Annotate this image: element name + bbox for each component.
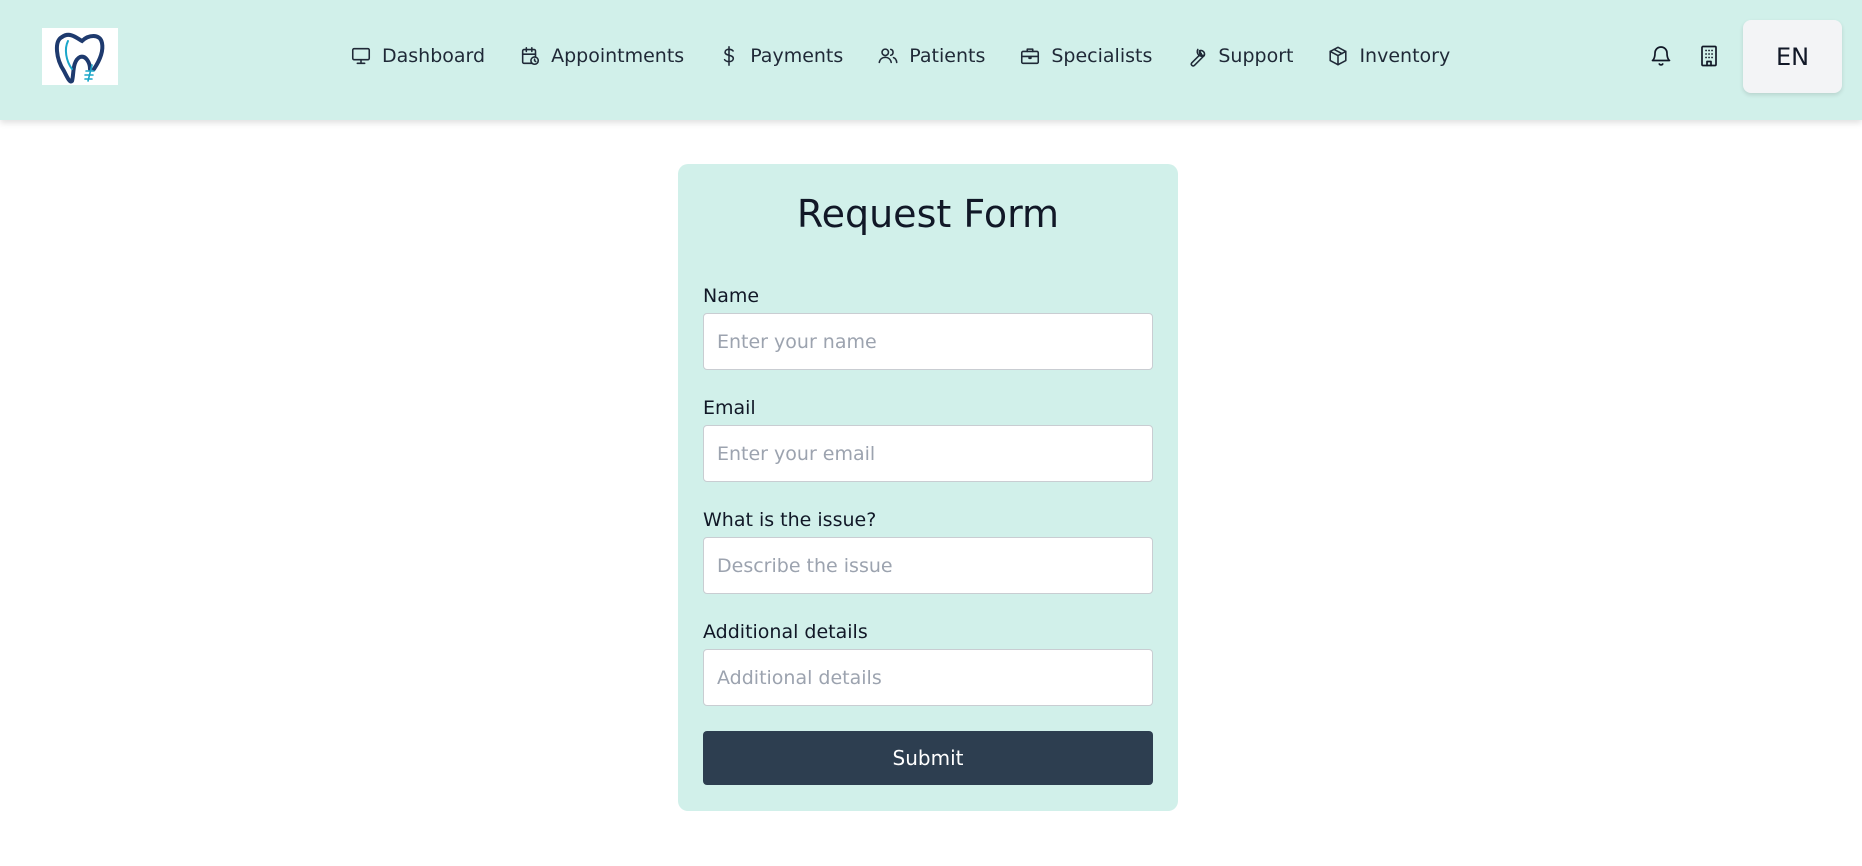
nav-label: Dashboard bbox=[382, 45, 486, 67]
nav-label: Appointments bbox=[551, 45, 685, 67]
issue-input[interactable] bbox=[703, 537, 1153, 594]
name-label: Name bbox=[703, 285, 760, 307]
submit-button[interactable]: Submit bbox=[703, 731, 1153, 785]
dollar-icon bbox=[724, 46, 735, 66]
wrench-icon bbox=[1190, 48, 1206, 67]
details-label: Additional details bbox=[703, 621, 868, 643]
nav-item-specialists[interactable]: Specialists bbox=[1019, 36, 1152, 76]
organization-button[interactable] bbox=[1694, 40, 1724, 72]
issue-label: What is the issue? bbox=[703, 509, 877, 531]
box-icon bbox=[1329, 46, 1348, 66]
nav-item-support[interactable]: Support bbox=[1186, 36, 1293, 76]
notifications-button[interactable] bbox=[1646, 40, 1676, 72]
nav-item-appointments[interactable]: Appointments bbox=[519, 36, 684, 76]
language-button[interactable]: EN bbox=[1743, 20, 1842, 93]
nav-item-dashboard[interactable]: Dashboard bbox=[350, 36, 485, 76]
tooth-logo-icon bbox=[55, 32, 105, 83]
nav-label: Patients bbox=[909, 45, 986, 67]
nav-item-patients[interactable]: Patients bbox=[877, 36, 985, 76]
form-title: Request Form bbox=[796, 192, 1060, 236]
top-header: Dashboard Appointments Payments Patients bbox=[0, 0, 1862, 120]
nav-item-payments[interactable]: Payments bbox=[718, 36, 843, 76]
email-input[interactable] bbox=[703, 425, 1153, 482]
calendar-clock-icon bbox=[521, 46, 540, 66]
request-form-card: Request Form Name Email What is the issu… bbox=[678, 164, 1178, 811]
nav-item-inventory[interactable]: Inventory bbox=[1327, 36, 1450, 76]
nav-label: Specialists bbox=[1051, 45, 1153, 67]
main-nav: Dashboard Appointments Payments Patients bbox=[350, 36, 1450, 76]
language-label: EN bbox=[1775, 42, 1810, 71]
users-icon bbox=[878, 48, 898, 64]
email-label: Email bbox=[703, 397, 756, 419]
monitor-icon bbox=[351, 47, 371, 65]
details-input[interactable] bbox=[703, 649, 1153, 706]
name-input[interactable] bbox=[703, 313, 1153, 370]
nav-label: Support bbox=[1218, 45, 1294, 67]
nav-label: Inventory bbox=[1359, 45, 1451, 67]
building-icon bbox=[1701, 45, 1717, 67]
nav-label: Payments bbox=[750, 45, 844, 67]
bell-icon bbox=[1651, 46, 1671, 66]
logo[interactable] bbox=[42, 28, 118, 85]
briefcase-icon bbox=[1021, 48, 1040, 65]
